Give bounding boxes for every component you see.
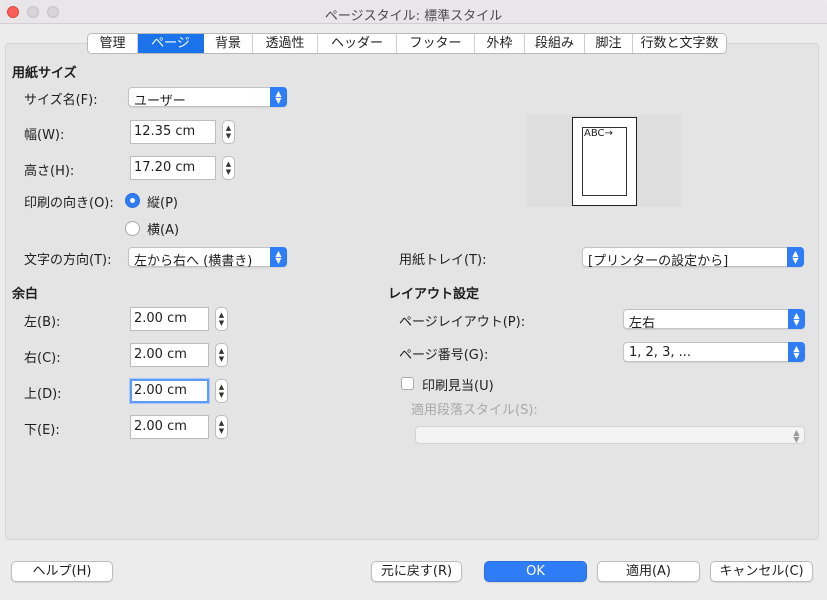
reset-button[interactable]: 元に戻す(R) — [371, 561, 462, 582]
tab-text-grid[interactable]: 行数と文字数 — [633, 34, 726, 53]
text-direction-label: 文字の方向(T): — [24, 253, 112, 268]
height-field[interactable]: 17.20 cm — [130, 156, 216, 180]
margins-heading: 余白 — [12, 287, 39, 302]
margin-bottom-label: 下(E): — [24, 423, 60, 438]
chevron-updown-icon: ▲ ▼ — [270, 247, 287, 267]
paper-format-heading: 用紙サイズ — [12, 66, 77, 81]
window-title: ページスタイル: 標準スタイル — [324, 9, 503, 24]
text-direction-value: 左から右へ (横書き) — [134, 254, 253, 269]
help-button[interactable]: ヘルプ(H) — [11, 561, 113, 582]
chevron-updown-icon: ▲ ▼ — [793, 428, 800, 444]
page-layout-label: ページレイアウト(P): — [399, 315, 526, 330]
page-preview: ABC→ — [527, 115, 681, 207]
height-label: 高さ(H): — [24, 164, 75, 179]
width-field[interactable]: 12.35 cm — [130, 120, 216, 144]
text-direction-select[interactable]: 左から右へ (横書き) ▲ ▼ — [128, 247, 287, 269]
title-bar: ページスタイル: 標準スタイル — [0, 0, 827, 24]
margin-top-label: 上(D): — [24, 387, 62, 402]
margin-left-field[interactable]: 2.00 cm — [130, 307, 209, 331]
landscape-label[interactable]: 横(A) — [147, 219, 179, 238]
chevron-updown-icon: ▲ ▼ — [788, 309, 805, 329]
tab-organizer[interactable]: 管理 — [88, 34, 138, 53]
paper-tray-select[interactable]: [プリンターの設定から] ▲ ▼ — [582, 247, 804, 269]
preview-text: ABC→ — [584, 128, 613, 139]
tab-bar: 管理 ページ 背景 透過性 ヘッダー フッター 外枠 段組み 脚注 行数と文字数 — [87, 33, 727, 54]
register-true-checkbox[interactable] — [401, 377, 414, 390]
tab-footer[interactable]: フッター — [397, 34, 475, 53]
paper-tray-value: [プリンターの設定から] — [588, 254, 729, 269]
landscape-radio[interactable] — [125, 221, 140, 236]
tab-columns[interactable]: 段組み — [525, 34, 585, 53]
preview-text-area: ABC→ — [582, 127, 627, 196]
format-label: サイズ名(F): — [24, 93, 98, 108]
margin-left-stepper-icon[interactable]: ▲ ▼ — [215, 307, 228, 331]
width-label: 幅(W): — [24, 128, 65, 143]
page-number-label: ページ番号(G): — [399, 348, 489, 363]
ok-button[interactable]: OK — [484, 561, 587, 582]
chevron-updown-icon: ▲ ▼ — [787, 247, 804, 267]
preview-page: ABC→ — [572, 117, 637, 206]
page-style-dialog: ページスタイル: 標準スタイル 管理 ページ 背景 透過性 ヘッダー フッター … — [0, 0, 827, 600]
format-value: ユーザー — [134, 94, 186, 109]
tab-area[interactable]: 背景 — [204, 34, 253, 53]
apply-button[interactable]: 適用(A) — [597, 561, 700, 582]
orientation-label: 印刷の向き(O): — [24, 196, 114, 211]
portrait-label[interactable]: 縦(P) — [147, 192, 178, 211]
cancel-button[interactable]: キャンセル(C) — [710, 561, 813, 582]
page-number-value: 1, 2, 3, ... — [629, 345, 692, 360]
reference-style-select[interactable]: ▲ ▼ — [415, 426, 805, 444]
portrait-radio[interactable] — [125, 193, 140, 208]
chevron-updown-icon: ▲ ▼ — [788, 342, 805, 362]
margin-right-label: 右(C): — [24, 351, 61, 366]
tab-page[interactable]: ページ — [138, 34, 204, 53]
chevron-updown-icon: ▲ ▼ — [270, 87, 287, 107]
layout-settings-heading: レイアウト設定 — [388, 287, 480, 302]
register-true-label[interactable]: 印刷見当(U) — [422, 375, 494, 394]
margin-top-stepper-icon[interactable]: ▲ ▼ — [215, 379, 228, 403]
tab-header[interactable]: ヘッダー — [318, 34, 397, 53]
height-stepper-icon[interactable]: ▲ ▼ — [222, 156, 235, 180]
format-select[interactable]: ユーザー ▲ ▼ — [128, 87, 287, 109]
tab-borders[interactable]: 外枠 — [475, 34, 525, 53]
margin-right-stepper-icon[interactable]: ▲ ▼ — [215, 343, 228, 367]
margin-left-label: 左(B): — [24, 315, 61, 330]
margin-right-field[interactable]: 2.00 cm — [130, 343, 209, 367]
page-layout-value: 左右 — [629, 316, 656, 331]
tab-transparency[interactable]: 透過性 — [253, 34, 318, 53]
margin-bottom-field[interactable]: 2.00 cm — [130, 415, 209, 439]
tab-footnote[interactable]: 脚注 — [585, 34, 633, 53]
paper-tray-label: 用紙トレイ(T): — [399, 253, 487, 268]
margin-bottom-stepper-icon[interactable]: ▲ ▼ — [215, 415, 228, 439]
reference-style-label: 適用段落スタイル(S): — [411, 403, 538, 418]
width-stepper-icon[interactable]: ▲ ▼ — [222, 120, 235, 144]
page-number-select[interactable]: 1, 2, 3, ... ▲ ▼ — [623, 342, 805, 362]
page-layout-select[interactable]: 左右 ▲ ▼ — [623, 309, 805, 331]
margin-top-field[interactable]: 2.00 cm — [130, 379, 209, 403]
